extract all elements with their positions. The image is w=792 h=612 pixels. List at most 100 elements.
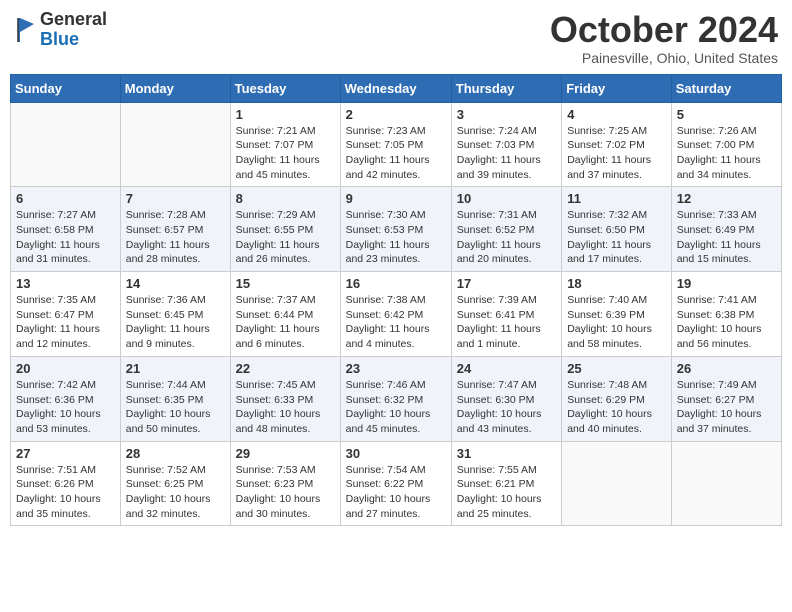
- cell-content: Sunrise: 7:55 AMSunset: 6:21 PMDaylight:…: [457, 463, 556, 522]
- calendar-cell: [562, 441, 672, 526]
- calendar-header-row: SundayMondayTuesdayWednesdayThursdayFrid…: [11, 74, 782, 102]
- calendar-cell: 23 Sunrise: 7:46 AMSunset: 6:32 PMDayligh…: [340, 356, 451, 441]
- cell-content: Sunrise: 7:35 AMSunset: 6:47 PMDaylight:…: [16, 293, 115, 352]
- calendar-cell: 3 Sunrise: 7:24 AMSunset: 7:03 PMDaylight…: [451, 102, 561, 187]
- cell-content: Sunrise: 7:24 AMSunset: 7:03 PMDaylight:…: [457, 124, 556, 183]
- cell-content: Sunrise: 7:40 AMSunset: 6:39 PMDaylight:…: [567, 293, 666, 352]
- cell-content: Sunrise: 7:42 AMSunset: 6:36 PMDaylight:…: [16, 378, 115, 437]
- cell-content: Sunrise: 7:33 AMSunset: 6:49 PMDaylight:…: [677, 208, 776, 267]
- day-number: 10: [457, 191, 556, 206]
- cell-content: Sunrise: 7:44 AMSunset: 6:35 PMDaylight:…: [126, 378, 225, 437]
- calendar-cell: 26Sunrise: 7:49 AMSunset: 6:27 PMDayligh…: [671, 356, 781, 441]
- calendar-cell: [11, 102, 121, 187]
- day-number: 14: [126, 276, 225, 291]
- location: Painesville, Ohio, United States: [550, 50, 778, 66]
- calendar-cell: 17 Sunrise: 7:39 AMSunset: 6:41 PMDayligh…: [451, 272, 561, 357]
- day-number: 21: [126, 361, 225, 376]
- week-row-1: 1Sunrise: 7:21 AMSunset: 7:07 PMDaylight…: [11, 102, 782, 187]
- day-number: 17: [457, 276, 556, 291]
- cell-content: Sunrise: 7:47 AMSunset: 6:30 PMDaylight:…: [457, 378, 556, 437]
- logo-icon: [14, 16, 36, 44]
- day-number: 4: [567, 107, 666, 122]
- day-number: 13: [16, 276, 115, 291]
- day-number: 3: [457, 107, 556, 122]
- calendar-cell: 31 Sunrise: 7:55 AMSunset: 6:21 PMDayligh…: [451, 441, 561, 526]
- cell-content: Sunrise: 7:53 AMSunset: 6:23 PMDaylight:…: [236, 463, 335, 522]
- calendar-cell: 11 Sunrise: 7:32 AMSunset: 6:50 PMDayligh…: [562, 187, 672, 272]
- cell-content: Sunrise: 7:29 AMSunset: 6:55 PMDaylight:…: [236, 208, 335, 267]
- day-number: 11: [567, 191, 666, 206]
- day-number: 31: [457, 446, 556, 461]
- calendar-cell: [120, 102, 230, 187]
- day-number: 24: [457, 361, 556, 376]
- header-sunday: Sunday: [11, 74, 121, 102]
- cell-content: Sunrise: 7:48 AMSunset: 6:29 PMDaylight:…: [567, 378, 666, 437]
- day-number: 9: [346, 191, 446, 206]
- month-title: October 2024: [550, 10, 778, 50]
- day-number: 19: [677, 276, 776, 291]
- day-number: 6: [16, 191, 115, 206]
- day-number: 26: [677, 361, 776, 376]
- week-row-2: 6Sunrise: 7:27 AMSunset: 6:58 PMDaylight…: [11, 187, 782, 272]
- day-number: 20: [16, 361, 115, 376]
- header-thursday: Thursday: [451, 74, 561, 102]
- logo-general: General: [40, 10, 107, 30]
- week-row-5: 27 Sunrise: 7:51 AMSunset: 6:26 PMDayligh…: [11, 441, 782, 526]
- day-number: 2: [346, 107, 446, 122]
- cell-content: Sunrise: 7:51 AMSunset: 6:26 PMDaylight:…: [16, 463, 115, 522]
- calendar-cell: 19Sunrise: 7:41 AMSunset: 6:38 PMDayligh…: [671, 272, 781, 357]
- calendar-cell: 6Sunrise: 7:27 AMSunset: 6:58 PMDaylight…: [11, 187, 121, 272]
- day-number: 27: [16, 446, 115, 461]
- calendar-cell: 15Sunrise: 7:37 AMSunset: 6:44 PMDayligh…: [230, 272, 340, 357]
- calendar-cell: [671, 441, 781, 526]
- cell-content: Sunrise: 7:30 AMSunset: 6:53 PMDaylight:…: [346, 208, 446, 267]
- cell-content: Sunrise: 7:21 AMSunset: 7:07 PMDaylight:…: [236, 124, 335, 183]
- calendar-cell: 2Sunrise: 7:23 AMSunset: 7:05 PMDaylight…: [340, 102, 451, 187]
- calendar-cell: 28Sunrise: 7:52 AMSunset: 6:25 PMDayligh…: [120, 441, 230, 526]
- calendar-cell: 20 Sunrise: 7:42 AMSunset: 6:36 PMDayligh…: [11, 356, 121, 441]
- calendar-cell: 29 Sunrise: 7:53 AMSunset: 6:23 PMDayligh…: [230, 441, 340, 526]
- cell-content: Sunrise: 7:54 AMSunset: 6:22 PMDaylight:…: [346, 463, 446, 522]
- logo: General Blue: [14, 10, 107, 50]
- calendar-cell: 13 Sunrise: 7:35 AMSunset: 6:47 PMDayligh…: [11, 272, 121, 357]
- header-tuesday: Tuesday: [230, 74, 340, 102]
- cell-content: Sunrise: 7:36 AMSunset: 6:45 PMDaylight:…: [126, 293, 225, 352]
- calendar-cell: 24 Sunrise: 7:47 AMSunset: 6:30 PMDayligh…: [451, 356, 561, 441]
- calendar-cell: 5Sunrise: 7:26 AMSunset: 7:00 PMDaylight…: [671, 102, 781, 187]
- calendar-cell: 8 Sunrise: 7:29 AMSunset: 6:55 PMDaylight…: [230, 187, 340, 272]
- calendar-cell: 22 Sunrise: 7:45 AMSunset: 6:33 PMDayligh…: [230, 356, 340, 441]
- week-row-3: 13 Sunrise: 7:35 AMSunset: 6:47 PMDayligh…: [11, 272, 782, 357]
- week-row-4: 20 Sunrise: 7:42 AMSunset: 6:36 PMDayligh…: [11, 356, 782, 441]
- day-number: 25: [567, 361, 666, 376]
- day-number: 22: [236, 361, 335, 376]
- calendar-cell: 9 Sunrise: 7:30 AMSunset: 6:53 PMDaylight…: [340, 187, 451, 272]
- day-number: 15: [236, 276, 335, 291]
- day-number: 12: [677, 191, 776, 206]
- calendar-cell: 14 Sunrise: 7:36 AMSunset: 6:45 PMDayligh…: [120, 272, 230, 357]
- calendar-cell: 30Sunrise: 7:54 AMSunset: 6:22 PMDayligh…: [340, 441, 451, 526]
- day-number: 8: [236, 191, 335, 206]
- day-number: 23: [346, 361, 446, 376]
- day-number: 7: [126, 191, 225, 206]
- calendar-cell: 4Sunrise: 7:25 AMSunset: 7:02 PMDaylight…: [562, 102, 672, 187]
- calendar-cell: 25 Sunrise: 7:48 AMSunset: 6:29 PMDayligh…: [562, 356, 672, 441]
- cell-content: Sunrise: 7:31 AMSunset: 6:52 PMDaylight:…: [457, 208, 556, 267]
- cell-content: Sunrise: 7:45 AMSunset: 6:33 PMDaylight:…: [236, 378, 335, 437]
- header-wednesday: Wednesday: [340, 74, 451, 102]
- day-number: 16: [346, 276, 446, 291]
- calendar-table: SundayMondayTuesdayWednesdayThursdayFrid…: [10, 74, 782, 527]
- calendar-cell: 7 Sunrise: 7:28 AMSunset: 6:57 PMDaylight…: [120, 187, 230, 272]
- cell-content: Sunrise: 7:46 AMSunset: 6:32 PMDaylight:…: [346, 378, 446, 437]
- cell-content: Sunrise: 7:39 AMSunset: 6:41 PMDaylight:…: [457, 293, 556, 352]
- cell-content: Sunrise: 7:26 AMSunset: 7:00 PMDaylight:…: [677, 124, 776, 183]
- cell-content: Sunrise: 7:32 AMSunset: 6:50 PMDaylight:…: [567, 208, 666, 267]
- header-monday: Monday: [120, 74, 230, 102]
- header-saturday: Saturday: [671, 74, 781, 102]
- day-number: 28: [126, 446, 225, 461]
- day-number: 29: [236, 446, 335, 461]
- calendar-cell: 27 Sunrise: 7:51 AMSunset: 6:26 PMDayligh…: [11, 441, 121, 526]
- cell-content: Sunrise: 7:28 AMSunset: 6:57 PMDaylight:…: [126, 208, 225, 267]
- title-section: October 2024 Painesville, Ohio, United S…: [550, 10, 778, 66]
- header-friday: Friday: [562, 74, 672, 102]
- calendar-cell: 21 Sunrise: 7:44 AMSunset: 6:35 PMDayligh…: [120, 356, 230, 441]
